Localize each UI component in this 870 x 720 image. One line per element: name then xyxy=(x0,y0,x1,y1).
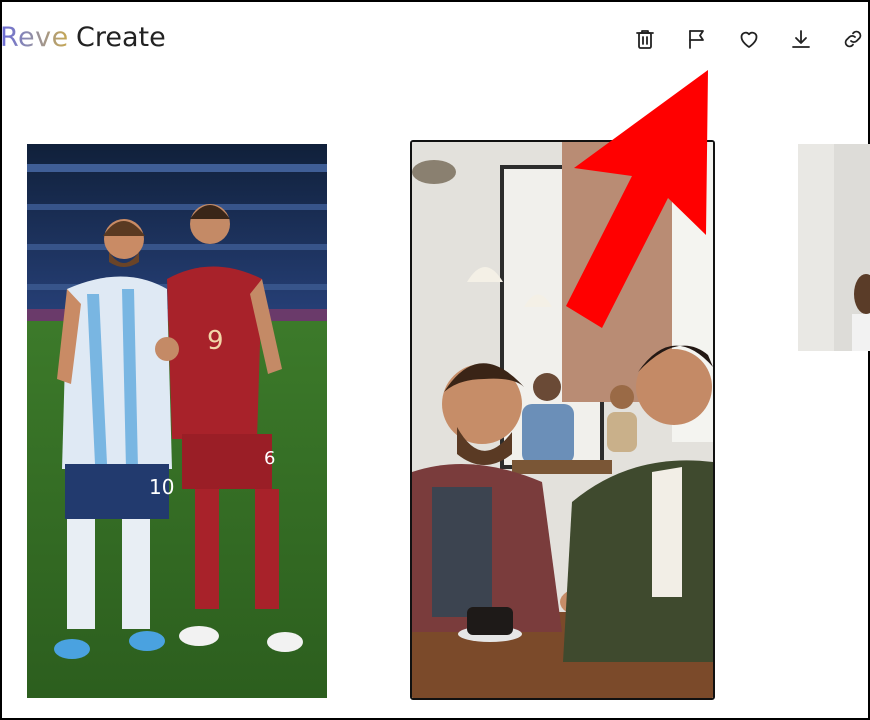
link-icon xyxy=(844,30,862,48)
delete-button[interactable] xyxy=(630,24,660,54)
shorts-number-right: 6 xyxy=(264,448,275,469)
download-button[interactable] xyxy=(786,24,816,54)
soccer-players-image: 9 10 6 xyxy=(27,144,327,698)
image-actions-toolbar xyxy=(630,24,868,54)
gallery-image-1[interactable]: 9 10 6 xyxy=(27,144,327,698)
annotation-arrow xyxy=(566,70,708,328)
brand-logo[interactable]: Reve xyxy=(0,22,69,53)
gallery-image-3-partial[interactable] xyxy=(798,144,870,351)
partial-image xyxy=(798,144,870,351)
download-icon xyxy=(792,30,810,48)
copy-link-button[interactable] xyxy=(838,24,868,54)
heart-icon xyxy=(740,31,758,48)
report-button[interactable] xyxy=(682,24,712,54)
jersey-number-left: 10 xyxy=(149,475,174,499)
app-header: Reve Create xyxy=(0,0,870,80)
page-title: Create xyxy=(76,22,166,53)
trash-icon xyxy=(636,30,654,49)
favorite-button[interactable] xyxy=(734,24,764,54)
jersey-number-right: 9 xyxy=(207,326,224,356)
flag-icon xyxy=(689,30,704,49)
